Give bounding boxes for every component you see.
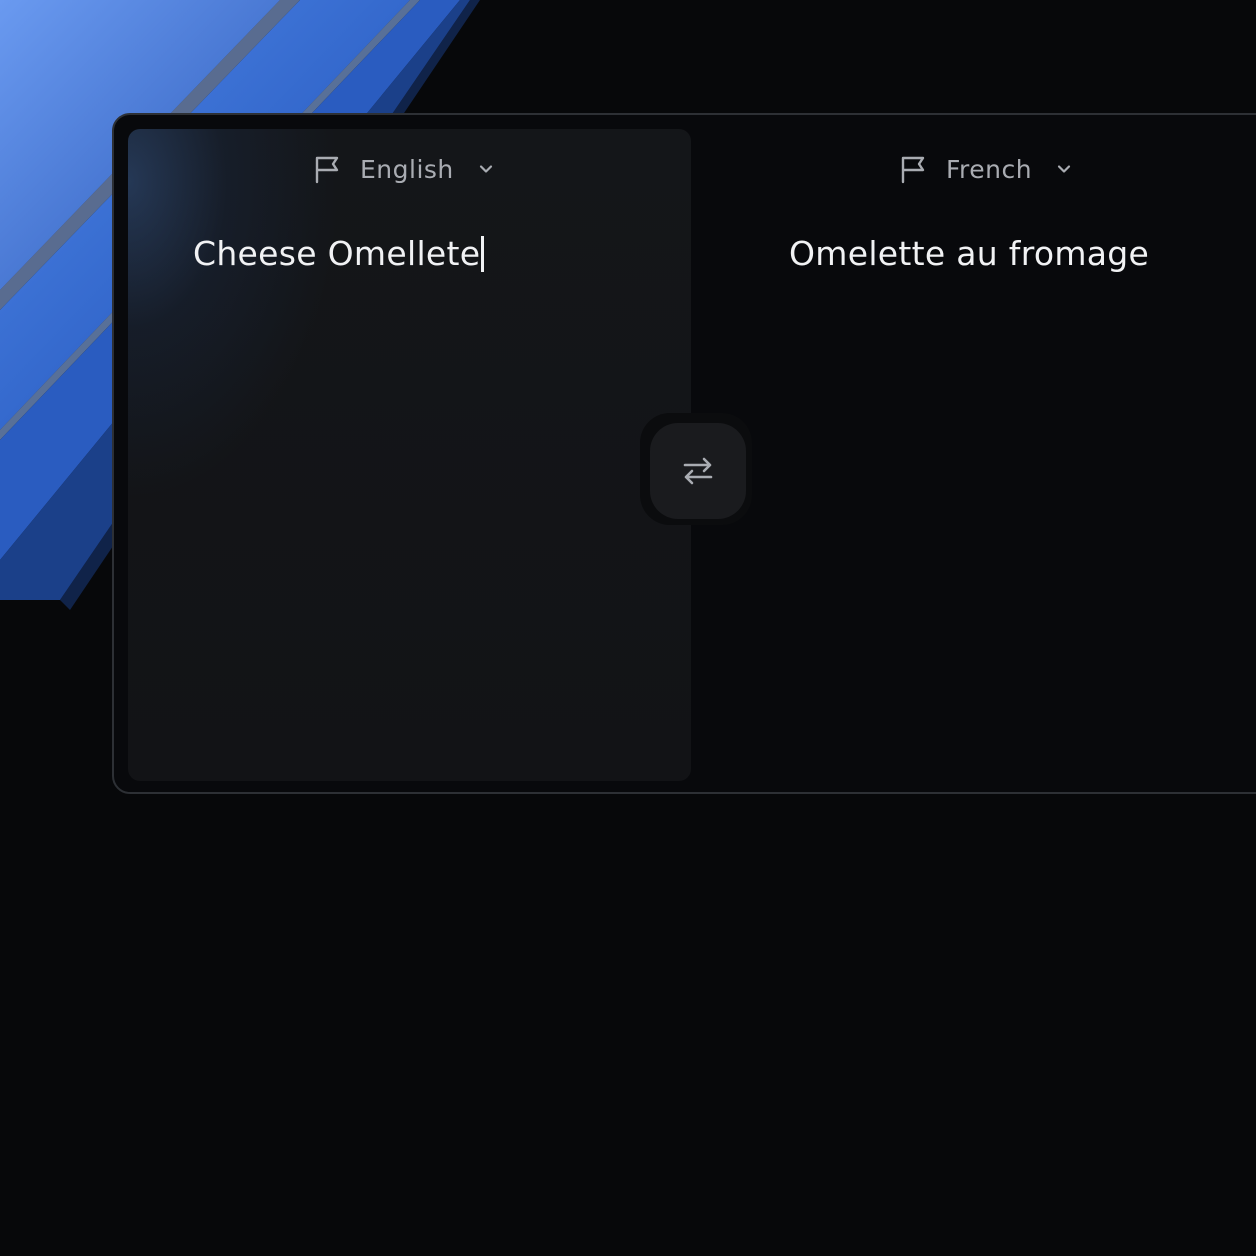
flag-icon (901, 156, 925, 184)
app-background: English French Cheese Omellete Omelette … (0, 0, 1256, 1256)
source-panel[interactable] (128, 129, 691, 781)
text-caret (481, 235, 485, 272)
chevron-down-icon (1058, 165, 1071, 173)
target-language-label: French (946, 154, 1033, 184)
source-language-label: English (360, 154, 454, 184)
chevron-down-icon (479, 165, 492, 173)
flag-icon (315, 156, 339, 184)
swap-arrows-icon (683, 457, 713, 485)
swap-languages-button[interactable] (650, 423, 746, 519)
target-language-selector[interactable]: French (898, 153, 1072, 185)
source-text-value: Cheese Omellete (193, 234, 481, 273)
translated-text: Omelette au fromage (789, 234, 1150, 273)
source-language-selector[interactable]: English (312, 153, 494, 185)
source-text-input[interactable]: Cheese Omellete (193, 234, 653, 273)
